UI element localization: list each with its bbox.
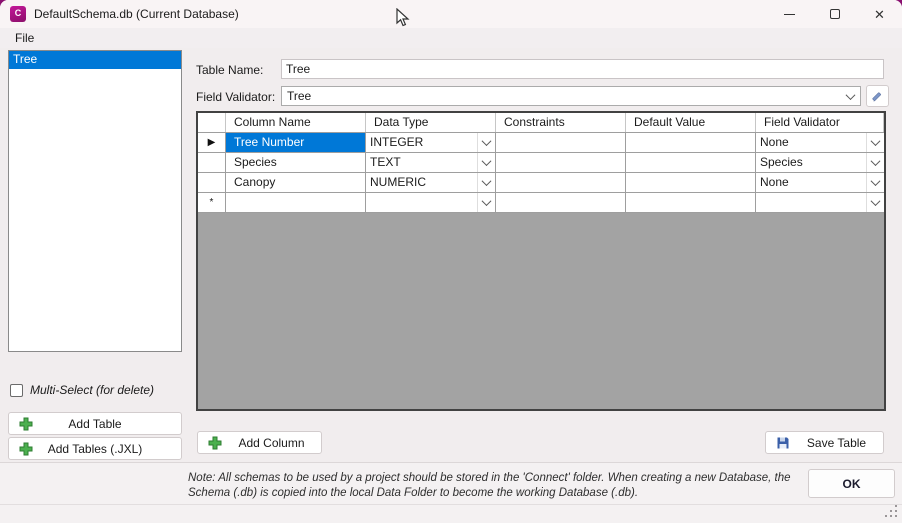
ok-button[interactable]: OK bbox=[808, 469, 895, 498]
cell-column-name[interactable] bbox=[226, 193, 366, 212]
save-icon bbox=[776, 436, 790, 450]
menu-bar: File bbox=[0, 28, 902, 48]
maximize-button[interactable] bbox=[812, 0, 857, 28]
cell-field-validator-combo[interactable]: Species bbox=[756, 153, 884, 172]
grid-row-tree-number: ▶ Tree Number INTEGER None bbox=[198, 133, 884, 153]
cell-default-value[interactable] bbox=[626, 133, 756, 152]
cell-column-name[interactable]: Tree Number bbox=[226, 133, 366, 152]
new-row-indicator: * bbox=[198, 193, 226, 212]
field-validator-cell-value: None bbox=[756, 133, 866, 152]
columns-grid: Column Name Data Type Constraints Defaul… bbox=[196, 111, 886, 411]
add-tables-jxl-label: Add Tables (.JXL) bbox=[9, 442, 181, 456]
field-validator-cell-value bbox=[756, 193, 866, 212]
chevron-down-icon bbox=[866, 173, 884, 192]
row-indicator bbox=[198, 173, 226, 192]
grid-header-indicator bbox=[198, 113, 226, 132]
divider bbox=[0, 504, 902, 505]
table-name-label: Table Name: bbox=[196, 63, 263, 77]
menu-file[interactable]: File bbox=[8, 29, 41, 47]
cell-column-name[interactable]: Canopy bbox=[226, 173, 366, 192]
chevron-down-icon bbox=[841, 87, 860, 105]
plus-icon bbox=[19, 417, 33, 431]
cell-constraints[interactable] bbox=[496, 173, 626, 192]
grid-row-new: * bbox=[198, 193, 884, 213]
resize-grip[interactable] bbox=[884, 504, 899, 519]
field-validator-value: Tree bbox=[282, 89, 841, 103]
grid-header-default-value: Default Value bbox=[626, 113, 756, 132]
window-title: DefaultSchema.db (Current Database) bbox=[34, 7, 239, 21]
save-table-label: Save Table bbox=[790, 436, 883, 450]
cell-field-validator-combo[interactable]: None bbox=[756, 133, 884, 152]
row-indicator bbox=[198, 153, 226, 172]
cell-field-validator-combo[interactable]: None bbox=[756, 173, 884, 192]
plus-icon bbox=[19, 442, 33, 456]
field-validator-combo[interactable]: Tree bbox=[281, 86, 861, 106]
cell-default-value[interactable] bbox=[626, 173, 756, 192]
grid-header-column-name: Column Name bbox=[226, 113, 366, 132]
cell-default-value[interactable] bbox=[626, 193, 756, 212]
list-item-tree[interactable]: Tree bbox=[9, 51, 181, 69]
cell-default-value[interactable] bbox=[626, 153, 756, 172]
title-bar: C DefaultSchema.db (Current Database) ✕ bbox=[0, 0, 902, 28]
divider bbox=[0, 462, 902, 463]
plus-icon bbox=[208, 436, 222, 450]
edit-validator-button[interactable] bbox=[866, 85, 889, 107]
cell-field-validator-combo[interactable] bbox=[756, 193, 884, 212]
data-type-value: INTEGER bbox=[366, 133, 477, 152]
data-type-value: NUMERIC bbox=[366, 173, 477, 192]
ok-label: OK bbox=[843, 477, 861, 491]
note-text: Note: All schemas to be used by a projec… bbox=[188, 471, 806, 501]
chevron-down-icon bbox=[866, 193, 884, 212]
pencil-icon bbox=[871, 89, 885, 103]
grid-header-field-validator: Field Validator bbox=[756, 113, 884, 132]
save-table-button[interactable]: Save Table bbox=[765, 431, 884, 454]
chevron-down-icon bbox=[866, 153, 884, 172]
chevron-down-icon bbox=[477, 153, 495, 172]
cell-constraints[interactable] bbox=[496, 153, 626, 172]
data-type-value bbox=[366, 193, 477, 212]
cell-constraints[interactable] bbox=[496, 133, 626, 152]
cell-data-type-combo[interactable] bbox=[366, 193, 496, 212]
cell-column-name[interactable]: Species bbox=[226, 153, 366, 172]
close-icon: ✕ bbox=[874, 8, 885, 21]
grid-header-data-type: Data Type bbox=[366, 113, 496, 132]
add-table-button[interactable]: Add Table bbox=[8, 412, 182, 435]
grid-header-constraints: Constraints bbox=[496, 113, 626, 132]
cell-data-type-combo[interactable]: INTEGER bbox=[366, 133, 496, 152]
chevron-down-icon bbox=[477, 133, 495, 152]
app-icon: C bbox=[10, 6, 26, 22]
row-indicator: ▶ bbox=[198, 133, 226, 152]
cell-data-type-combo[interactable]: TEXT bbox=[366, 153, 496, 172]
data-type-value: TEXT bbox=[366, 153, 477, 172]
multi-select-row: Multi-Select (for delete) bbox=[10, 383, 154, 397]
add-table-label: Add Table bbox=[9, 417, 181, 431]
minimize-button[interactable] bbox=[767, 0, 812, 28]
minimize-icon bbox=[784, 14, 795, 15]
cell-constraints[interactable] bbox=[496, 193, 626, 212]
add-tables-jxl-button[interactable]: Add Tables (.JXL) bbox=[8, 437, 182, 460]
field-validator-cell-value: None bbox=[756, 173, 866, 192]
mouse-cursor-icon bbox=[396, 8, 410, 28]
grid-row-species: Species TEXT Species bbox=[198, 153, 884, 173]
close-button[interactable]: ✕ bbox=[857, 0, 902, 28]
chevron-down-icon bbox=[477, 173, 495, 192]
multi-select-label: Multi-Select (for delete) bbox=[30, 383, 154, 397]
maximize-icon bbox=[830, 9, 840, 19]
field-validator-label: Field Validator: bbox=[196, 90, 275, 104]
table-listbox[interactable]: Tree bbox=[8, 50, 182, 352]
cell-data-type-combo[interactable]: NUMERIC bbox=[366, 173, 496, 192]
add-column-button[interactable]: Add Column bbox=[197, 431, 322, 454]
grid-header-row: Column Name Data Type Constraints Defaul… bbox=[198, 113, 884, 133]
schema-editor-window: C DefaultSchema.db (Current Database) ✕ … bbox=[0, 0, 902, 523]
multi-select-checkbox[interactable] bbox=[10, 384, 23, 397]
grid-row-canopy: Canopy NUMERIC None bbox=[198, 173, 884, 193]
table-name-input[interactable] bbox=[281, 59, 884, 79]
chevron-down-icon bbox=[477, 193, 495, 212]
chevron-down-icon bbox=[866, 133, 884, 152]
field-validator-cell-value: Species bbox=[756, 153, 866, 172]
add-column-label: Add Column bbox=[222, 436, 321, 450]
